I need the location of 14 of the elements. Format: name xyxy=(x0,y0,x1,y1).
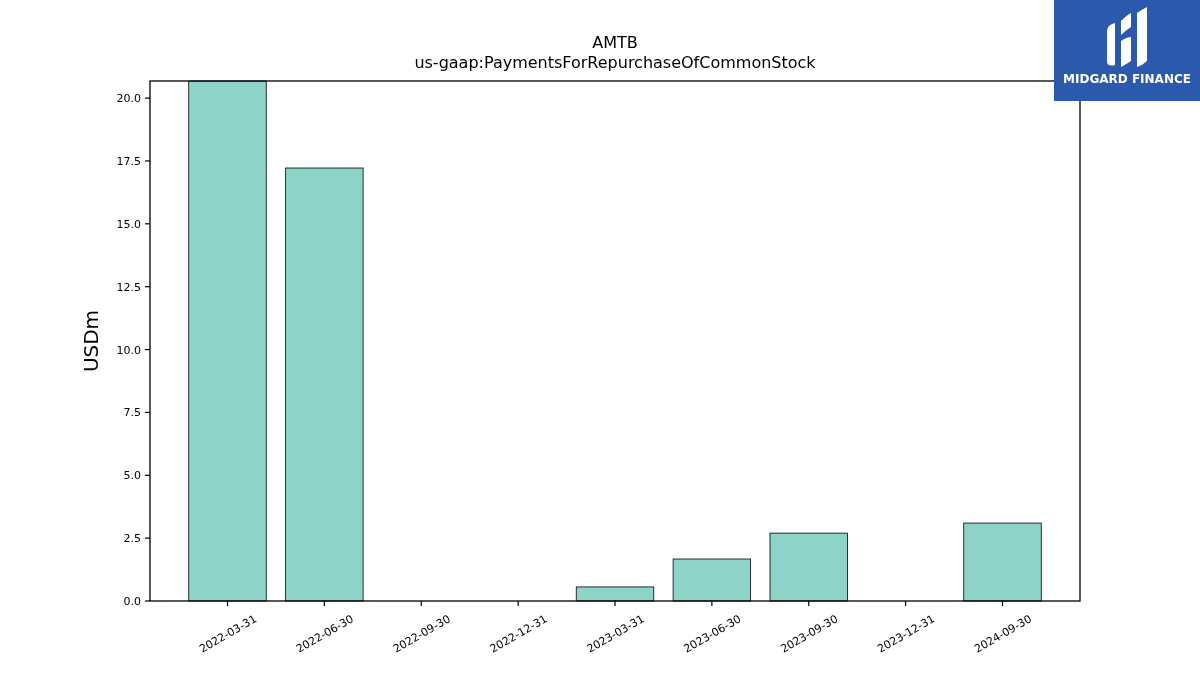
y-tick-label: 20.0 xyxy=(116,92,141,106)
chart-subtitle: us-gaap:PaymentsForRepurchaseOfCommonStock xyxy=(414,53,816,72)
y-axis-label: USDm xyxy=(79,309,103,373)
y-tick-label: 15.0 xyxy=(116,217,141,231)
y-tick-label: 17.5 xyxy=(116,154,141,168)
logo-text: MIDGARD FINANCE xyxy=(1063,73,1191,85)
chart-title: AMTB xyxy=(592,33,638,52)
y-tick-label: 0.0 xyxy=(123,595,141,608)
y-tick-label: 12.5 xyxy=(116,280,141,294)
y-tick-label: 2.5 xyxy=(123,532,141,546)
y-tick-label: 5.0 xyxy=(123,469,141,483)
y-tick-label: 10.0 xyxy=(116,343,141,357)
y-tick-label: 7.5 xyxy=(123,406,141,420)
logo-icon xyxy=(1105,7,1149,69)
